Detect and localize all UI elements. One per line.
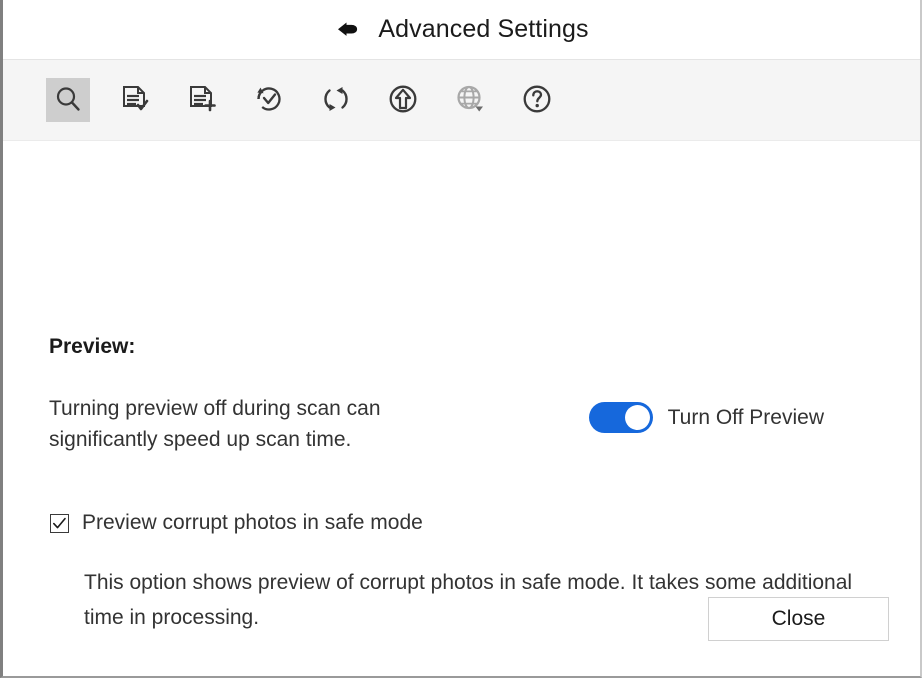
toolbar-button-document-add[interactable]: [180, 78, 224, 122]
magnifier-icon: [53, 84, 83, 117]
toolbar-button-language[interactable]: [448, 78, 492, 122]
title-bar: Advanced Settings: [3, 0, 920, 60]
advanced-settings-dialog: Advanced Settings Preview: Turning previ…: [0, 0, 922, 678]
toolbar-button-help[interactable]: [515, 78, 559, 122]
back-arrow-icon[interactable]: [334, 17, 364, 43]
circular-arrow-check-icon: [253, 83, 285, 118]
toolbar-button-document-check[interactable]: [113, 78, 157, 122]
settings-content: Preview: Turning preview off during scan…: [3, 141, 920, 676]
toolbar: [3, 60, 920, 141]
toolbar-button-search-scan[interactable]: [46, 78, 90, 122]
safe-mode-checkbox-row[interactable]: Preview corrupt photos in safe mode: [50, 511, 423, 535]
close-button[interactable]: Close: [708, 597, 889, 641]
preview-preference-row: Turning preview off during scan can sign…: [49, 393, 879, 455]
toolbar-button-history-check[interactable]: [247, 78, 291, 122]
safe-mode-checkbox[interactable]: [50, 513, 69, 533]
document-check-icon: [120, 84, 150, 117]
toolbar-button-upload[interactable]: [381, 78, 425, 122]
page-title: Advanced Settings: [378, 15, 589, 43]
upload-circle-icon: [387, 83, 419, 118]
globe-dropdown-icon: [454, 83, 486, 118]
turn-off-preview-label: Turn Off Preview: [667, 405, 824, 429]
turn-off-preview-toggle[interactable]: [588, 402, 653, 433]
refresh-sync-icon: [320, 83, 352, 118]
toolbar-button-refresh[interactable]: [314, 78, 358, 122]
preview-description: Turning preview off during scan can sign…: [49, 397, 381, 451]
safe-mode-checkbox-label: Preview corrupt photos in safe mode: [82, 511, 423, 534]
question-circle-icon: [521, 83, 553, 118]
turn-off-preview-group: Turn Off Preview: [588, 402, 824, 433]
document-add-icon: [187, 84, 217, 117]
checkmark-icon: [53, 517, 66, 528]
toggle-knob: [624, 405, 650, 430]
preview-section-heading: Preview:: [49, 335, 136, 358]
